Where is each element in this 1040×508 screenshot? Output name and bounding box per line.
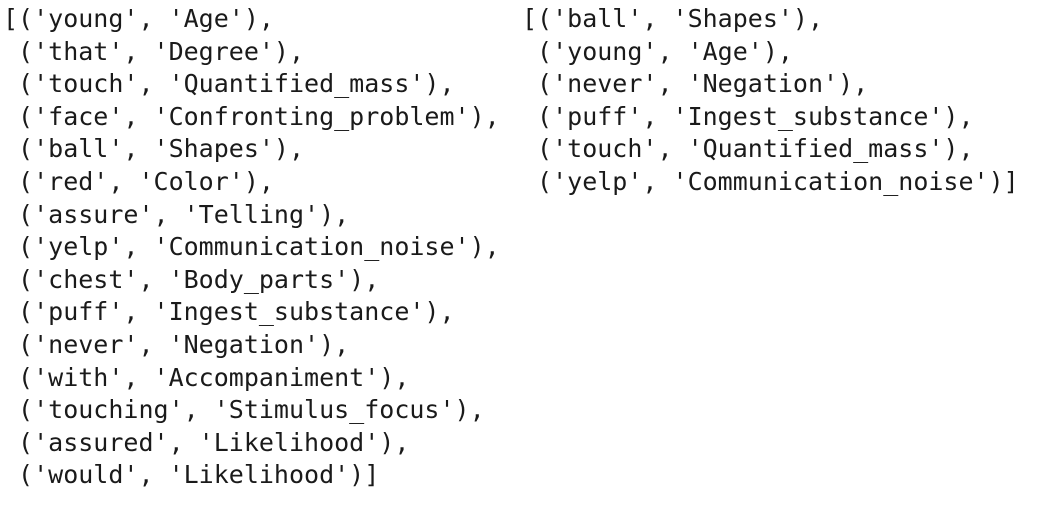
code-line: ('puff', 'Ingest_substance'), bbox=[522, 101, 974, 131]
code-line: ('yelp', 'Communication_noise')] bbox=[522, 166, 1019, 196]
right-output-list: [('ball', 'Shapes'), ('young', 'Age'), (… bbox=[522, 3, 1019, 199]
code-line: [('ball', 'Shapes'), bbox=[522, 4, 824, 33]
code-line: ('that', 'Degree'), bbox=[3, 36, 305, 66]
code-line: ('young', 'Age'), bbox=[522, 36, 793, 66]
code-line: ('ball', 'Shapes'), bbox=[3, 134, 305, 164]
code-line: ('assured', 'Likelihood'), bbox=[3, 427, 410, 457]
left-output-list: [('young', 'Age'), ('that', 'Degree'), (… bbox=[3, 3, 500, 492]
code-line: ('never', 'Negation'), bbox=[3, 329, 350, 359]
code-line: ('puff', 'Ingest_substance'), bbox=[3, 297, 455, 327]
code-line: [('young', 'Age'), bbox=[3, 4, 274, 33]
code-line: ('touching', 'Stimulus_focus'), bbox=[3, 395, 485, 425]
code-line: ('touch', 'Quantified_mass'), bbox=[522, 134, 974, 164]
code-line: ('face', 'Confronting_problem'), bbox=[3, 101, 500, 131]
code-line: ('assure', 'Telling'), bbox=[3, 199, 350, 229]
code-line: ('with', 'Accompaniment'), bbox=[3, 362, 410, 392]
code-line: ('chest', 'Body_parts'), bbox=[3, 264, 380, 294]
code-line: ('red', 'Color'), bbox=[3, 166, 274, 196]
code-line: ('would', 'Likelihood')] bbox=[3, 460, 380, 490]
code-line: ('touch', 'Quantified_mass'), bbox=[3, 69, 455, 99]
code-line: ('yelp', 'Communication_noise'), bbox=[3, 232, 500, 262]
code-line: ('never', 'Negation'), bbox=[522, 69, 869, 99]
